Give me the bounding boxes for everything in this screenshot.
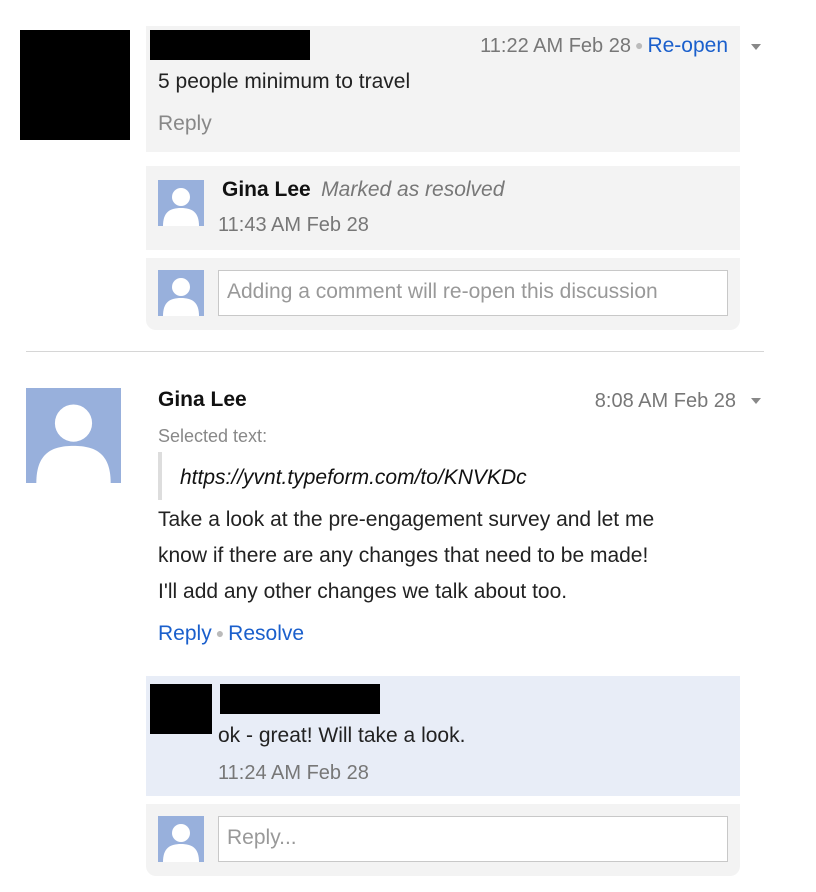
reply-box: Reply... (146, 804, 740, 876)
chevron-down-icon[interactable] (751, 398, 761, 404)
avatar (26, 388, 121, 483)
author-name-redacted (220, 684, 380, 714)
comment-header-meta: 11:22 AM Feb 28 ● Re-open (480, 34, 728, 58)
separator-dot: ● (634, 37, 644, 53)
reply-box: Adding a comment will re-open this discu… (146, 258, 740, 330)
resolve-link[interactable]: Resolve (228, 622, 304, 645)
person-icon (163, 824, 199, 862)
person-icon (163, 278, 199, 316)
person-icon (163, 188, 199, 226)
comment-actions: Reply ● Resolve (158, 622, 304, 646)
reply-text: ok - great! Will take a look. (218, 724, 466, 747)
selected-text: https://yvnt.typeform.com/to/KNVKDc (180, 466, 527, 489)
thread-divider (26, 351, 764, 352)
resolution-card: Gina Lee Marked as resolved 11:43 AM Feb… (146, 166, 740, 250)
reopen-link[interactable]: Re-open (647, 34, 728, 57)
reply-link[interactable]: Reply (158, 622, 212, 645)
selected-text-label: Selected text: (158, 426, 268, 446)
comment-text-line-1: Take a look at the pre-engagement survey… (158, 508, 655, 531)
resolution-timestamp: 11:43 AM Feb 28 (218, 214, 369, 236)
avatar-redacted (20, 30, 130, 140)
resolution-header: Gina Lee Marked as resolved (222, 178, 504, 202)
reply-input[interactable]: Adding a comment will re-open this discu… (218, 270, 728, 316)
author-name-redacted (150, 30, 310, 60)
resolution-status: Marked as resolved (321, 178, 505, 201)
comment-text: 5 people minimum to travel (158, 70, 411, 93)
reply-timestamp: 11:24 AM Feb 28 (218, 762, 369, 784)
chevron-down-icon[interactable] (751, 44, 761, 50)
avatar (158, 180, 204, 226)
comment-author: Gina Lee (158, 388, 247, 411)
comment-text-line-3: I'll add any other changes we talk about… (158, 580, 568, 603)
comment-text-line-2: know if there are any changes that need … (158, 544, 649, 567)
selected-text-quote (158, 452, 162, 500)
reply-card: ok - great! Will take a look. 11:24 AM F… (146, 676, 740, 796)
person-icon (36, 404, 111, 483)
comment-timestamp: 11:22 AM Feb 28 (480, 35, 631, 57)
comment-card: 11:22 AM Feb 28 ● Re-open 5 people minimum… (146, 26, 740, 152)
resolver-name: Gina Lee (222, 178, 311, 201)
reply-input[interactable]: Reply... (218, 816, 728, 862)
comment-timestamp: 8:08 AM Feb 28 (594, 390, 736, 412)
avatar-redacted (150, 684, 212, 734)
separator-dot: ● (215, 625, 225, 641)
reply-link[interactable]: Reply (158, 112, 212, 136)
avatar (158, 270, 204, 316)
avatar (158, 816, 204, 862)
